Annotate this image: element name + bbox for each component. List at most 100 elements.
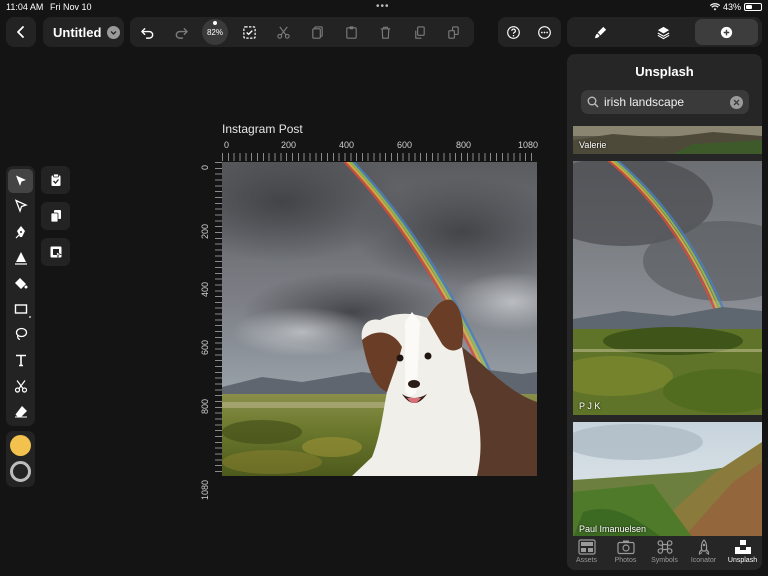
eraser-icon — [14, 406, 27, 418]
ruler-label: 200 — [281, 140, 297, 150]
arrange-button[interactable] — [436, 17, 470, 47]
rocket-icon — [698, 539, 709, 555]
unsplash-icon — [734, 540, 751, 554]
ruler-label: 800 — [456, 140, 472, 150]
pen-nib-icon — [15, 225, 25, 239]
tab-unsplash[interactable]: Unsplash — [723, 536, 762, 570]
unsplash-result[interactable]: Valerie — [573, 126, 762, 154]
result-photo — [573, 161, 762, 415]
tab-label: Unsplash — [727, 557, 758, 564]
select-all-button[interactable] — [41, 166, 70, 194]
panel-switcher — [567, 17, 762, 47]
tab-layers[interactable] — [632, 17, 695, 47]
delete-button[interactable] — [368, 17, 402, 47]
clear-search-button[interactable] — [730, 95, 743, 109]
tools-palette — [6, 166, 35, 426]
tool-eraser[interactable] — [6, 398, 35, 424]
tab-symbols[interactable]: Symbols — [645, 536, 684, 570]
select-inside-button[interactable] — [41, 238, 70, 266]
tool-pen[interactable] — [6, 219, 35, 245]
arrange-icon — [447, 25, 459, 39]
unsplash-result[interactable]: P J K — [573, 161, 762, 415]
tool-vector-brush[interactable] — [6, 245, 35, 271]
document-title: Untitled — [53, 24, 102, 40]
close-icon — [733, 99, 740, 105]
trash-icon — [380, 26, 390, 39]
library-tabbar: Assets Photos Symbols Iconator Unsplash — [567, 536, 762, 570]
paste-icon — [345, 25, 357, 39]
photo-credit: Valerie — [579, 140, 607, 150]
back-button[interactable] — [6, 17, 36, 47]
battery-icon — [744, 3, 762, 11]
rectangle-icon — [14, 304, 27, 314]
tool-lasso[interactable] — [6, 322, 35, 348]
artboard-canvas[interactable] — [222, 162, 537, 476]
help-button[interactable] — [498, 17, 529, 47]
tab-iconator[interactable]: Iconator — [684, 536, 723, 570]
select-mode-button[interactable] — [232, 17, 266, 47]
duplicate-icon — [414, 25, 425, 39]
multitasking-dots-icon[interactable]: ••• — [376, 1, 390, 12]
tool-rectangle[interactable] — [6, 296, 35, 322]
camera-icon — [616, 540, 635, 555]
undo-icon — [140, 27, 153, 39]
ellipsis-circle-icon — [538, 25, 551, 39]
ruler-label: 200 — [200, 223, 210, 239]
zoom-control[interactable]: 82% — [202, 19, 228, 45]
ruler-label: 0 — [200, 164, 210, 170]
horizontal-ruler: 0 200 400 600 800 1080 — [222, 140, 538, 162]
tool-scissors[interactable] — [6, 373, 35, 399]
status-bar: 11:04 AM Fri Nov 10 ••• 43% — [0, 0, 768, 14]
document-title-menu[interactable]: Untitled — [43, 17, 124, 47]
command-icon — [657, 540, 672, 554]
ruler-label: 400 — [339, 140, 355, 150]
chevron-down-icon — [107, 25, 121, 39]
tool-direct-select[interactable] — [6, 194, 35, 220]
unsplash-panel: Unsplash irish landscape Valerie P J K P… — [567, 54, 762, 570]
help-icon — [507, 25, 520, 39]
artboard-name[interactable]: Instagram Post — [222, 122, 303, 136]
vertical-ruler: 0 200 400 600 800 1080 — [198, 162, 222, 500]
duplicate-button[interactable] — [402, 17, 436, 47]
tab-label: Symbols — [651, 557, 678, 564]
select-grid-icon — [50, 246, 62, 259]
tab-styles[interactable] — [569, 17, 632, 47]
assets-icon — [577, 539, 596, 555]
ruler-label: 800 — [200, 398, 210, 414]
more-button[interactable] — [529, 17, 560, 47]
select-same-button[interactable] — [41, 202, 70, 230]
stroke-color-swatch[interactable] — [10, 461, 31, 482]
ruler-label: 1080 — [200, 479, 210, 500]
status-time: 11:04 AM — [6, 2, 44, 12]
pointer-arrow-icon — [15, 175, 26, 186]
documents-icon — [50, 210, 61, 223]
search-icon — [587, 96, 599, 108]
tool-paint[interactable] — [6, 270, 35, 296]
photo-credit: Paul Imanuelsen — [579, 524, 647, 534]
submenu-indicator — [29, 315, 31, 318]
redo-button[interactable] — [164, 17, 198, 47]
dog-rainbow-photo[interactable] — [222, 162, 537, 476]
brush-icon — [594, 26, 607, 38]
search-field[interactable]: irish landscape — [581, 90, 749, 114]
tool-text[interactable] — [6, 347, 35, 373]
undo-button[interactable] — [130, 17, 164, 47]
ruler-label: 400 — [200, 281, 210, 297]
cut-button[interactable] — [266, 17, 300, 47]
clipboard-check-icon — [51, 173, 60, 186]
wifi-icon — [709, 3, 720, 11]
ruler-ticks — [215, 162, 222, 476]
battery-percent: 43% — [722, 2, 741, 12]
copy-icon — [311, 25, 323, 39]
unsplash-result[interactable]: Paul Imanuelsen — [573, 422, 762, 538]
copy-button[interactable] — [300, 17, 334, 47]
unsplash-results: Valerie P J K Paul Imanuelsen — [567, 126, 762, 538]
fill-color-swatch[interactable] — [10, 435, 31, 456]
text-tool-icon — [15, 354, 26, 367]
search-input[interactable]: irish landscape — [604, 95, 730, 109]
tab-assets[interactable]: Assets — [567, 536, 606, 570]
tool-select[interactable] — [6, 168, 35, 194]
paste-button[interactable] — [334, 17, 368, 47]
tab-photos[interactable]: Photos — [606, 536, 645, 570]
tab-add[interactable] — [695, 19, 758, 45]
